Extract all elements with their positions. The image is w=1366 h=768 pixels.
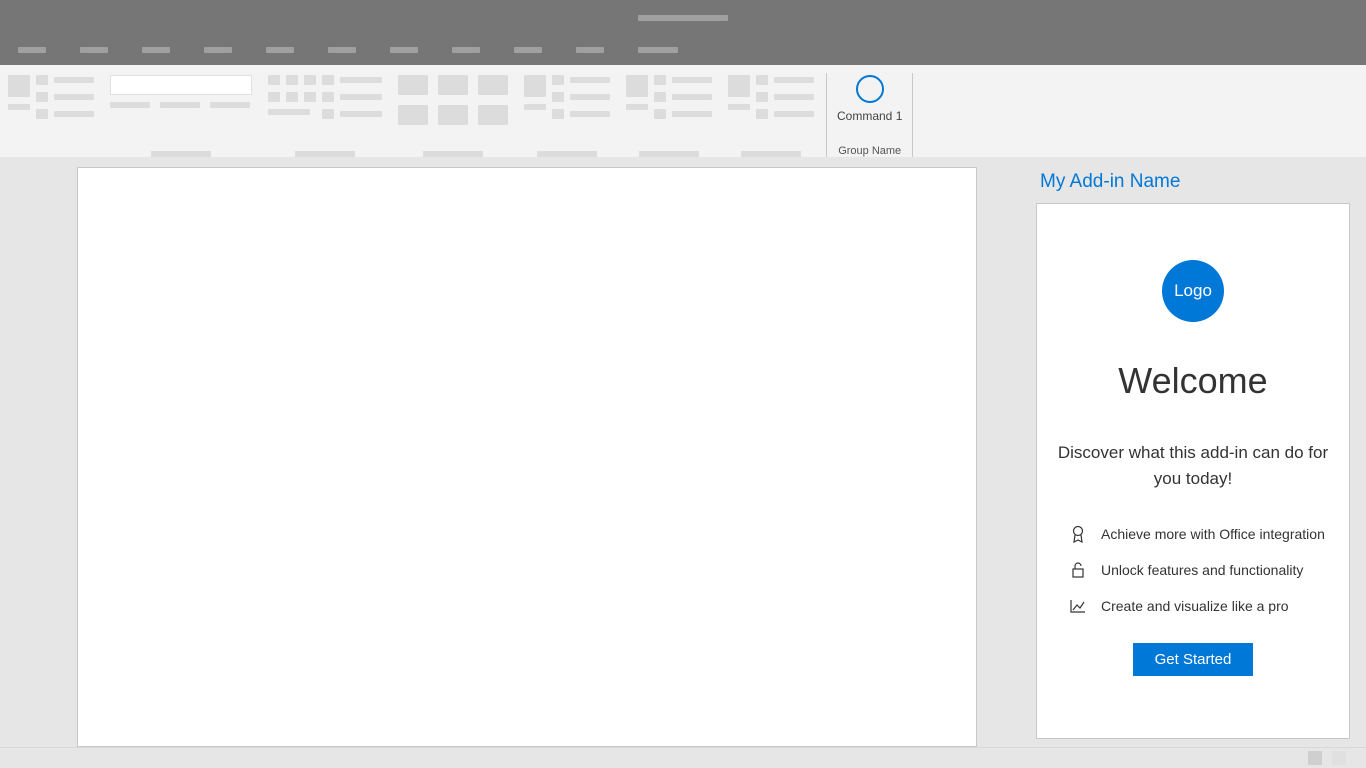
document-area — [0, 157, 1024, 747]
command-1-button[interactable]: Command 1 — [837, 73, 902, 123]
ribbon-group — [618, 73, 720, 157]
ribbon-group — [102, 73, 260, 157]
feature-item: Create and visualize like a pro — [1069, 597, 1329, 615]
welcome-heading: Welcome — [1118, 360, 1267, 402]
unlock-icon — [1069, 561, 1087, 579]
view-mode-button[interactable] — [1332, 751, 1346, 765]
title-bar — [0, 0, 1366, 35]
ribbon-tab[interactable] — [514, 47, 542, 53]
ribbon-group — [516, 73, 618, 157]
ribbon-tabs — [0, 35, 1366, 65]
feature-text: Unlock features and functionality — [1101, 562, 1303, 578]
addin-logo: Logo — [1162, 260, 1224, 322]
status-bar — [0, 747, 1366, 768]
ribbon-tab[interactable] — [80, 47, 108, 53]
ribbon-tab[interactable] — [390, 47, 418, 53]
ribbon-award-icon — [1069, 525, 1087, 543]
ribbon-tab[interactable] — [18, 47, 46, 53]
document-page[interactable] — [77, 167, 977, 747]
workspace: My Add-in Name Logo Welcome Discover wha… — [0, 157, 1366, 747]
ribbon-tab[interactable] — [328, 47, 356, 53]
ribbon: Command 1 Group Name — [0, 65, 1366, 157]
get-started-button[interactable]: Get Started — [1133, 643, 1254, 676]
title-placeholder — [638, 15, 728, 21]
task-pane: My Add-in Name Logo Welcome Discover wha… — [1024, 157, 1366, 747]
task-pane-title: My Add-in Name — [1036, 171, 1350, 193]
ribbon-tab[interactable] — [266, 47, 294, 53]
command-label: Command 1 — [837, 109, 902, 123]
ribbon-group — [390, 73, 516, 157]
feature-item: Unlock features and functionality — [1069, 561, 1329, 579]
ribbon-group — [720, 73, 822, 157]
feature-text: Create and visualize like a pro — [1101, 598, 1289, 614]
ribbon-input[interactable] — [110, 75, 252, 95]
logo-text: Logo — [1174, 281, 1212, 301]
ribbon-tab[interactable] — [204, 47, 232, 53]
feature-list: Achieve more with Office integration Unl… — [1057, 525, 1329, 615]
task-pane-card: Logo Welcome Discover what this add-in c… — [1036, 203, 1350, 739]
ribbon-tab[interactable] — [452, 47, 480, 53]
ribbon-group — [0, 73, 102, 157]
ribbon-tab[interactable] — [142, 47, 170, 53]
feature-item: Achieve more with Office integration — [1069, 525, 1329, 543]
ribbon-tab[interactable] — [638, 47, 678, 53]
ribbon-group — [260, 73, 390, 157]
welcome-subheading: Discover what this add-in can do for you… — [1057, 440, 1329, 491]
command-circle-icon — [856, 75, 884, 103]
ribbon-group-name: Group Name — [838, 145, 901, 157]
view-mode-button[interactable] — [1308, 751, 1322, 765]
feature-text: Achieve more with Office integration — [1101, 526, 1325, 542]
chart-icon — [1069, 597, 1087, 615]
ribbon-addin-group: Command 1 Group Name — [826, 73, 913, 157]
ribbon-tab[interactable] — [576, 47, 604, 53]
